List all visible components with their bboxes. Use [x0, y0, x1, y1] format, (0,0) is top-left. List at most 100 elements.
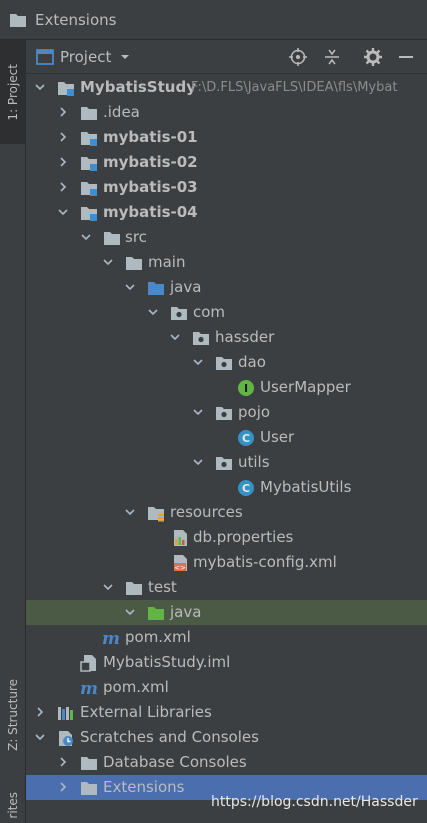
interface-icon	[237, 379, 255, 397]
tree-item-src[interactable]: src	[26, 225, 427, 250]
maven-icon	[102, 629, 120, 647]
chevron-down-icon[interactable]	[102, 581, 114, 593]
package-icon	[215, 404, 233, 422]
tree-item-resources[interactable]: resources	[26, 500, 427, 525]
tree-item-main[interactable]: main	[26, 250, 427, 275]
module-icon	[57, 79, 75, 97]
tree-item-label: src	[125, 228, 147, 246]
tree-item-root[interactable]: MybatisStudy F:\D.FLS\JavaFLS\IDEA\fls\M…	[26, 75, 427, 100]
iml-file-icon	[80, 654, 98, 672]
chevron-down-icon[interactable]	[192, 356, 204, 368]
package-icon	[192, 329, 210, 347]
source-folder-icon	[147, 279, 165, 297]
tree-item-test-java[interactable]: java	[26, 600, 427, 625]
chevron-right-icon[interactable]	[57, 781, 69, 793]
chevron-down-icon[interactable]	[80, 231, 92, 243]
tree-item-mybatis-config[interactable]: mybatis-config.xml	[26, 550, 427, 575]
tree-item-label: resources	[170, 503, 243, 521]
folder-icon	[9, 11, 27, 29]
tree-item-label: Extensions	[103, 778, 185, 796]
minimize-icon[interactable]	[395, 46, 417, 68]
chevron-down-icon[interactable]	[34, 731, 46, 743]
tree-item-label: mybatis-01	[103, 128, 198, 146]
gear-icon[interactable]	[362, 46, 384, 68]
project-view-icon	[36, 48, 54, 65]
tree-item-pojo[interactable]: pojo	[26, 400, 427, 425]
tree-item-label: com	[193, 303, 226, 321]
chevron-down-icon[interactable]	[124, 606, 136, 618]
package-icon	[170, 304, 188, 322]
chevron-down-icon[interactable]	[57, 206, 69, 218]
xml-file-icon	[171, 554, 189, 572]
tree-item-mybatis-03[interactable]: mybatis-03	[26, 175, 427, 200]
chevron-right-icon[interactable]	[34, 706, 46, 718]
tree-item-mybatisutils[interactable]: MybatisUtils	[26, 475, 427, 500]
chevron-down-icon[interactable]	[34, 81, 46, 93]
tab-project[interactable]: 1: Project	[0, 40, 26, 144]
watermark: https://blog.csdn.net/Hassder	[211, 794, 418, 810]
chevron-down-icon[interactable]	[169, 331, 181, 343]
tree-item-db-properties[interactable]: db.properties	[26, 525, 427, 550]
tab-favorites[interactable]: rites	[0, 788, 26, 823]
tree-item-iml[interactable]: MybatisStudy.iml	[26, 650, 427, 675]
tree-item-mybatis-02[interactable]: mybatis-02	[26, 150, 427, 175]
folder-icon	[80, 104, 98, 122]
class-icon	[237, 479, 255, 497]
tree-item-label: mybatis-04	[103, 203, 198, 221]
module-icon	[80, 204, 98, 222]
tree-item-mybatis-01[interactable]: mybatis-01	[26, 125, 427, 150]
tab-structure[interactable]: Z: Structure	[0, 660, 26, 770]
chevron-down-icon[interactable]	[147, 306, 159, 318]
tree-item-pom-root[interactable]: pom.xml	[26, 675, 427, 700]
scratch-icon	[57, 729, 75, 747]
chevron-down-icon[interactable]	[119, 51, 131, 63]
tree-item-mybatis-04[interactable]: mybatis-04	[26, 200, 427, 225]
resources-folder-icon	[147, 504, 165, 522]
tree-item-user[interactable]: User	[26, 425, 427, 450]
tree-item-label: Scratches and Consoles	[80, 728, 259, 746]
chevron-down-icon[interactable]	[124, 281, 136, 293]
chevron-right-icon[interactable]	[57, 181, 69, 193]
tree-item-utils[interactable]: utils	[26, 450, 427, 475]
folder-icon	[80, 754, 98, 772]
folder-icon	[103, 229, 121, 247]
tree-item-test[interactable]: test	[26, 575, 427, 600]
tree-item-com[interactable]: com	[26, 300, 427, 325]
chevron-right-icon[interactable]	[57, 156, 69, 168]
tree-item-idea[interactable]: .idea	[26, 100, 427, 125]
chevron-right-icon[interactable]	[57, 106, 69, 118]
chevron-down-icon[interactable]	[102, 256, 114, 268]
panel-title[interactable]: Project	[60, 48, 111, 66]
tree-item-hassder[interactable]: hassder	[26, 325, 427, 350]
tree-item-java[interactable]: java	[26, 275, 427, 300]
class-icon	[237, 429, 255, 447]
tree-item-dao[interactable]: dao	[26, 350, 427, 375]
tree-item-database-consoles[interactable]: Database Consoles	[26, 750, 427, 775]
tree-item-label: dao	[238, 353, 266, 371]
tree-item-pom-module[interactable]: pom.xml	[26, 625, 427, 650]
locate-icon[interactable]	[287, 46, 309, 68]
tab-structure-label: Z: Structure	[6, 679, 20, 751]
tree-item-label: MybatisStudy.iml	[103, 653, 231, 671]
tree-item-label: db.properties	[193, 528, 294, 546]
folder-icon	[125, 579, 143, 597]
tree-item-label: mybatis-03	[103, 178, 198, 196]
module-icon	[80, 179, 98, 197]
tree-item-label: test	[148, 578, 177, 596]
chevron-down-icon[interactable]	[192, 406, 204, 418]
tree-item-label: External Libraries	[80, 703, 212, 721]
chevron-right-icon[interactable]	[57, 131, 69, 143]
module-icon	[80, 154, 98, 172]
test-folder-icon	[147, 604, 165, 622]
tree-item-label: mybatis-02	[103, 153, 198, 171]
package-icon	[215, 454, 233, 472]
chevron-right-icon[interactable]	[57, 756, 69, 768]
tool-window-strip: 1: Project Z: Structure rites	[0, 40, 26, 823]
tree-item-scratches[interactable]: Scratches and Consoles	[26, 725, 427, 750]
chevron-down-icon[interactable]	[192, 456, 204, 468]
collapse-all-icon[interactable]	[321, 46, 343, 68]
module-icon	[80, 129, 98, 147]
tree-item-usermapper[interactable]: UserMapper	[26, 375, 427, 400]
tree-item-external-libraries[interactable]: External Libraries	[26, 700, 427, 725]
chevron-down-icon[interactable]	[124, 506, 136, 518]
